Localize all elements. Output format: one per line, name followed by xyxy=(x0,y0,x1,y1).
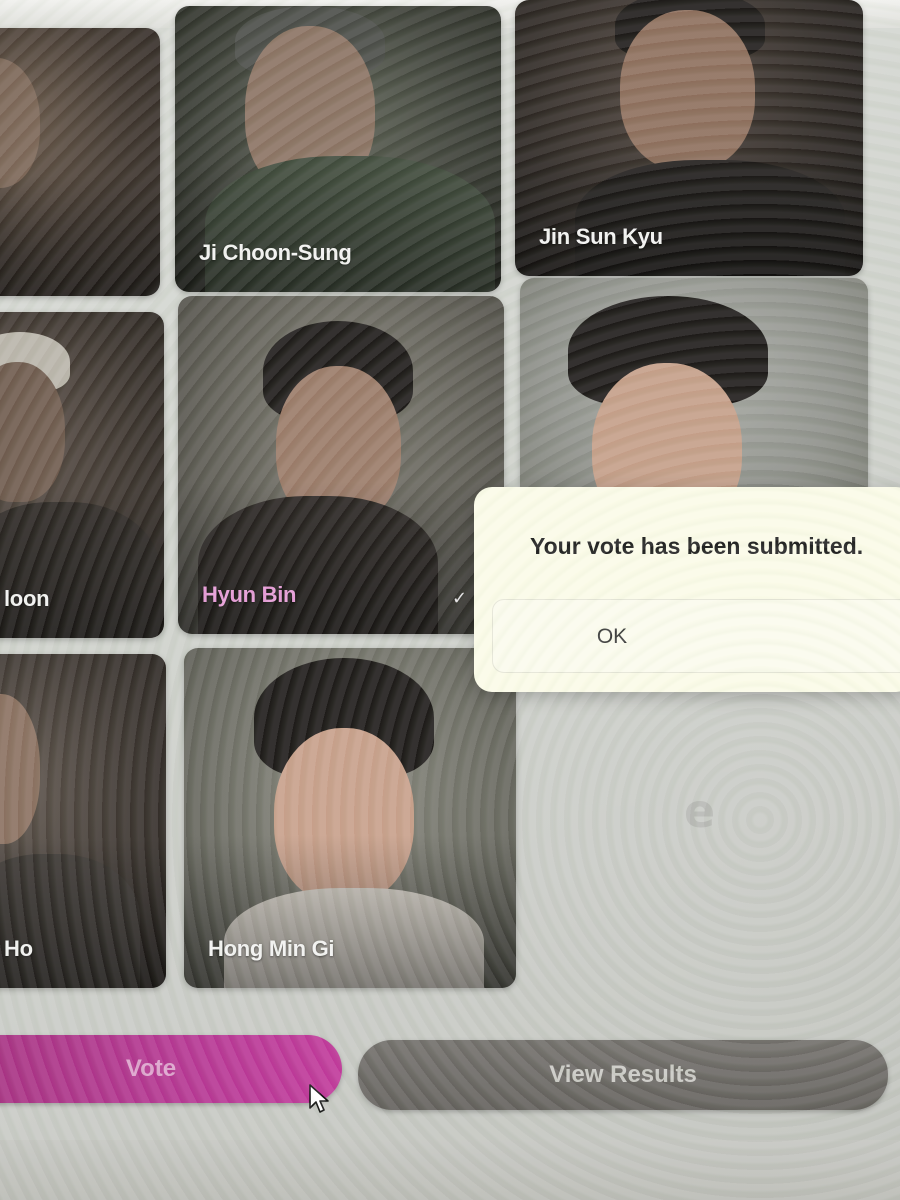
view-results-button[interactable]: View Results xyxy=(358,1040,888,1110)
candidate-card[interactable] xyxy=(520,278,868,518)
mouse-cursor-icon xyxy=(309,1084,329,1113)
candidate-name: Ho xyxy=(4,936,33,961)
candidate-card[interactable]: Ho xyxy=(0,654,166,988)
candidate-name: Jin Sun Kyu xyxy=(539,224,663,249)
candidate-card[interactable]: Ji Choon-Sung xyxy=(175,6,501,292)
candidate-name: Ji Choon-Sung xyxy=(199,240,352,265)
watermark-logo: e xyxy=(684,784,716,838)
candidate-card[interactable]: loon xyxy=(0,312,164,638)
dialog-message: Your vote has been submitted. xyxy=(530,533,864,559)
candidate-name: loon xyxy=(4,586,50,611)
candidate-name: Hyun Bin xyxy=(202,582,297,607)
page-bottom-edge xyxy=(0,1140,900,1200)
vote-confirmation-dialog: Your vote has been submitted. OK xyxy=(474,487,900,692)
ok-button[interactable]: OK xyxy=(492,599,900,673)
candidate-name: Hong Min Gi xyxy=(208,936,335,961)
candidate-card[interactable] xyxy=(0,28,160,296)
checkmark-icon: ✓ xyxy=(452,588,468,608)
vote-button[interactable]: Vote xyxy=(0,1035,342,1103)
candidate-card[interactable]: Jin Sun Kyu xyxy=(515,0,863,276)
candidate-card-selected[interactable]: Hyun Bin xyxy=(178,296,504,634)
portrait-head xyxy=(620,10,755,170)
candidate-card[interactable]: Hong Min Gi xyxy=(184,648,516,988)
